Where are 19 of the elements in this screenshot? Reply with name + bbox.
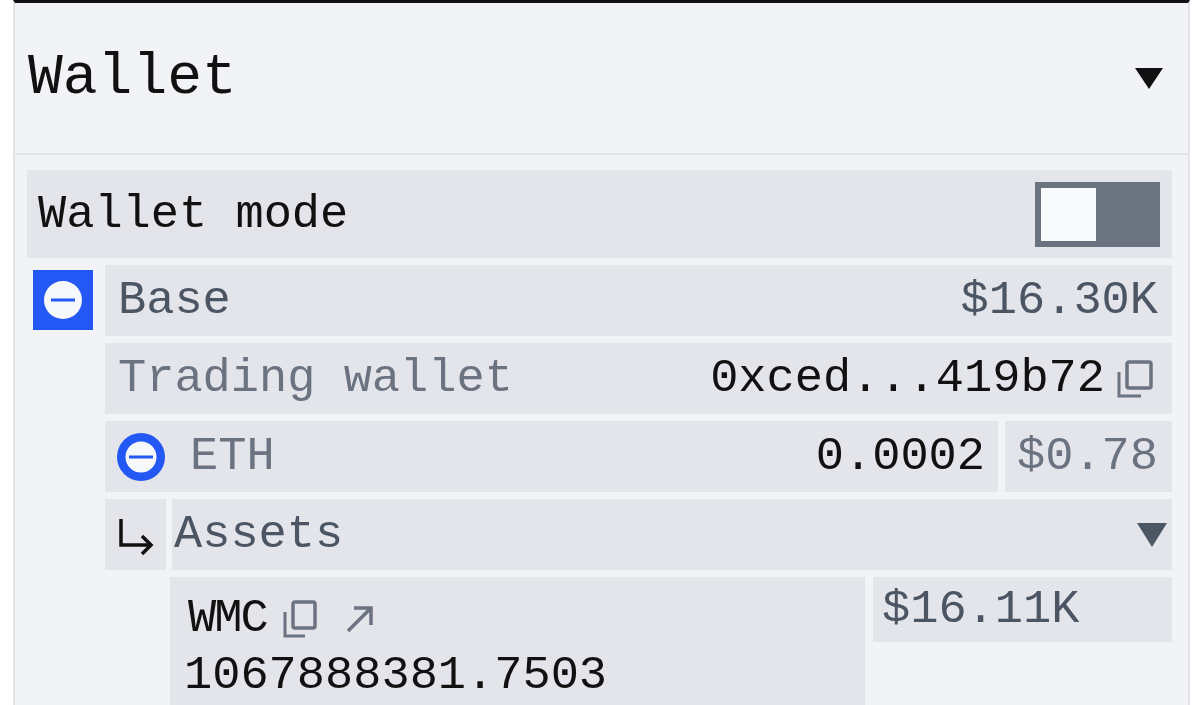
asset-value: $16.11K <box>873 577 1172 642</box>
assets-dropdown-button[interactable]: Assets <box>172 499 1172 570</box>
minus-circle-icon <box>117 432 165 481</box>
network-balance: $16.30K <box>960 277 1158 324</box>
network-name: Base <box>118 277 231 324</box>
asset-amount: 1067888381.7503 <box>184 652 609 699</box>
wallet-label: Trading wallet <box>118 355 513 402</box>
token-value: $0.78 <box>1005 421 1172 492</box>
arrow-up-right-icon[interactable] <box>344 603 375 634</box>
section-header-button[interactable]: Wallet <box>15 3 1188 155</box>
minus-circle-tile-icon <box>33 270 93 330</box>
wallet-mode-toggle[interactable] <box>1035 181 1160 247</box>
wallet-mode-label: Wallet mode <box>38 190 349 238</box>
token-amount: 0.0002 <box>815 433 985 480</box>
copy-icon[interactable] <box>282 599 317 638</box>
asset-symbol: WMC <box>188 595 267 642</box>
copy-icon[interactable] <box>1117 359 1153 398</box>
token-symbol: ETH <box>190 433 275 480</box>
wallet-address: 0xced...419b72 <box>710 355 1105 402</box>
